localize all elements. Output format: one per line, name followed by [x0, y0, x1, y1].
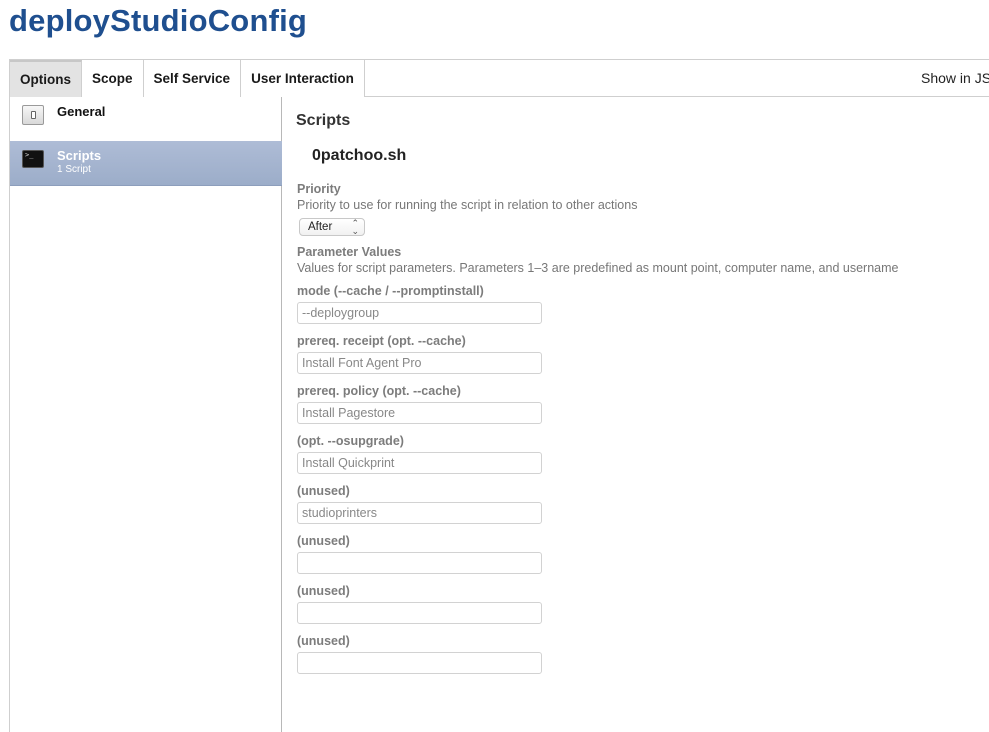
tabs: Options Scope Self Service User Interact… [9, 60, 365, 97]
tab-options[interactable]: Options [10, 60, 82, 97]
priority-select[interactable]: After ⌃ ⌄ [299, 218, 365, 236]
page-title: deployStudioConfig [9, 3, 308, 38]
parameter-label-7: (opt. --osupgrade) [297, 434, 404, 448]
sidebar-item-label: General [57, 104, 106, 119]
sidebar-item-label: Scripts [57, 148, 102, 163]
sidebar-item-count: 1 Script [57, 164, 91, 175]
sidebar-item-scripts[interactable]: >_ Scripts 1 Script [10, 141, 282, 186]
tab-bar: Options Scope Self Service User Interact… [9, 59, 989, 97]
general-icon [22, 105, 44, 125]
parameter-values-description: Values for script parameters. Parameters… [297, 261, 899, 275]
parameter-input-8[interactable] [297, 502, 542, 524]
parameter-input-4[interactable] [297, 302, 542, 324]
sidebar-item-general[interactable]: General [10, 97, 281, 141]
parameter-input-6[interactable] [297, 402, 542, 424]
parameter-input-9[interactable] [297, 552, 542, 574]
tab-scope[interactable]: Scope [82, 60, 144, 97]
sidebar: General >_ Scripts 1 Script [9, 97, 282, 732]
parameter-label-8: (unused) [297, 484, 350, 498]
chevron-updown-icon: ⌃ ⌄ [351, 218, 359, 236]
parameter-input-11[interactable] [297, 652, 542, 674]
parameter-label-5: prereq. receipt (opt. --cache) [297, 334, 466, 348]
show-in-jss-label[interactable]: Show in JSS [921, 70, 989, 86]
priority-label: Priority [297, 182, 341, 196]
terminal-icon: >_ [22, 150, 44, 168]
script-name: 0patchoo.sh [312, 147, 407, 164]
priority-value: After [308, 221, 333, 233]
parameter-label-9: (unused) [297, 534, 350, 548]
tab-self-service[interactable]: Self Service [143, 60, 242, 97]
parameter-input-10[interactable] [297, 602, 542, 624]
parameter-input-7[interactable] [297, 452, 542, 474]
parameter-label-4: mode (--cache / --promptinstall) [297, 284, 484, 298]
main-panel: Scripts 0patchoo.sh Priority Priority to… [283, 97, 989, 732]
parameter-label-6: prereq. policy (opt. --cache) [297, 384, 461, 398]
parameter-values-label: Parameter Values [297, 245, 402, 259]
tab-user-interaction[interactable]: User Interaction [241, 60, 365, 97]
priority-description: Priority to use for running the script i… [297, 198, 638, 212]
parameter-label-11: (unused) [297, 634, 350, 648]
parameter-label-10: (unused) [297, 584, 350, 598]
parameter-input-5[interactable] [297, 352, 542, 374]
section-title: Scripts [296, 112, 351, 129]
